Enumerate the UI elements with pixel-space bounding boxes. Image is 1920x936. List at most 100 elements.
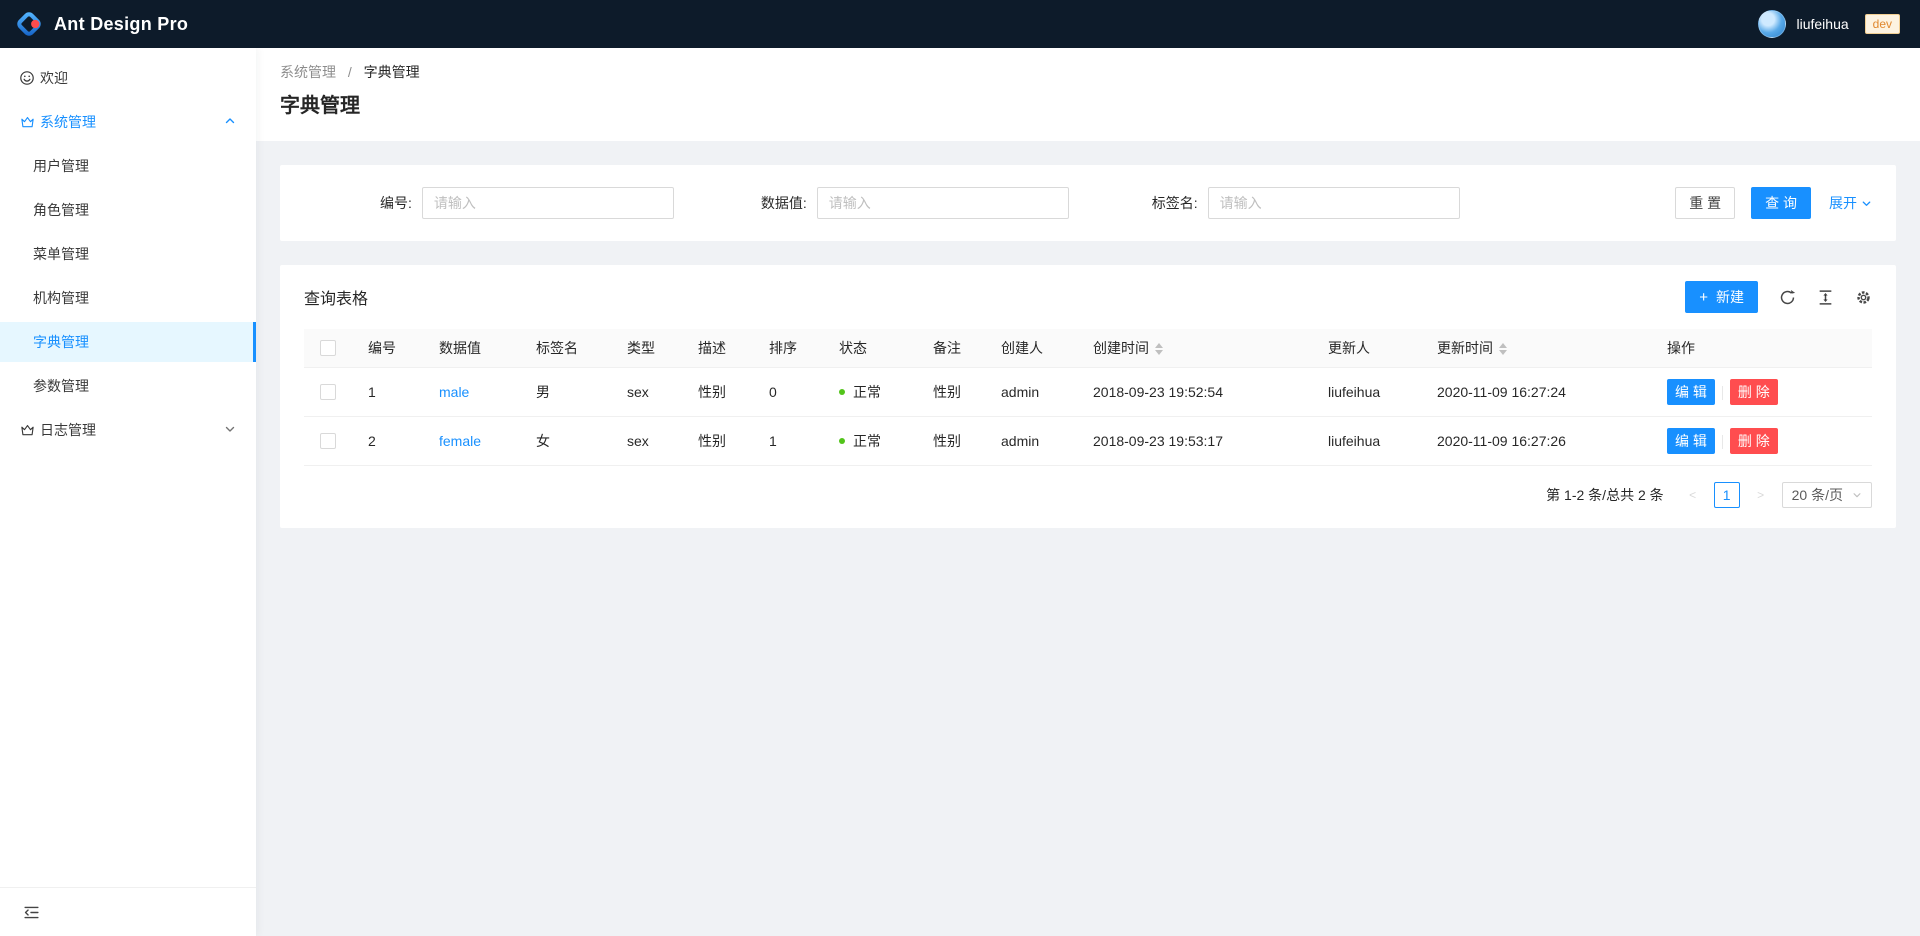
sidebar-item-label: 用户管理 — [33, 156, 89, 176]
chevron-down-icon — [224, 423, 236, 435]
app-logo[interactable]: Ant Design Pro — [14, 9, 188, 39]
search-field-id: 编号: — [380, 187, 674, 219]
query-button[interactable]: 查 询 — [1751, 187, 1811, 219]
cell-type: sex — [611, 416, 682, 465]
search-field-value: 数据值: — [761, 187, 1069, 219]
cell-tag: 女 — [520, 416, 611, 465]
sidebar-item-menu-mgmt[interactable]: 菜单管理 — [0, 234, 256, 274]
cell-remark: 性别 — [917, 416, 985, 465]
cell-sort: 1 — [753, 416, 823, 465]
create-button-label: 新建 — [1716, 287, 1744, 307]
column-header-actions: 操作 — [1651, 329, 1872, 367]
value-input[interactable] — [817, 187, 1069, 219]
prev-page-button[interactable]: < — [1680, 482, 1706, 508]
smile-icon — [19, 70, 35, 86]
plus-icon: + — [1699, 289, 1708, 306]
column-header-updated[interactable]: 更新时间 — [1421, 329, 1651, 367]
expand-toggle[interactable]: 展开 — [1829, 193, 1872, 213]
create-button[interactable]: + 新建 — [1685, 281, 1758, 313]
cell-sort: 0 — [753, 367, 823, 416]
table-title: 查询表格 — [304, 285, 368, 309]
sidebar-item-role-mgmt[interactable]: 角色管理 — [0, 190, 256, 230]
page-1-button[interactable]: 1 — [1714, 482, 1740, 508]
column-header-creator: 创建人 — [985, 329, 1077, 367]
action-divider — [1722, 386, 1723, 400]
cell-desc: 性别 — [682, 367, 753, 416]
username[interactable]: liufeihua — [1796, 16, 1848, 32]
value-link[interactable]: female — [439, 433, 481, 449]
sidebar-item-log-mgmt[interactable]: 日志管理 — [0, 410, 256, 450]
tag-field-label: 标签名: — [1152, 193, 1208, 213]
reset-button[interactable]: 重 置 — [1675, 187, 1735, 219]
status-dot-icon — [839, 438, 845, 444]
column-header-status: 状态 — [823, 329, 917, 367]
content-area: 编号: 数据值: 标签名: 重 置 查 询 展开 — [256, 141, 1920, 936]
sidebar-item-label: 角色管理 — [33, 200, 89, 220]
delete-button[interactable]: 删 除 — [1730, 379, 1778, 405]
cell-type: sex — [611, 367, 682, 416]
sidebar-item-param-mgmt[interactable]: 参数管理 — [0, 366, 256, 406]
cell-creator: admin — [985, 416, 1077, 465]
column-header-updater: 更新人 — [1312, 329, 1421, 367]
table-header-row: 编号 数据值 标签名 类型 描述 排序 状态 备注 创建人 创建时间 — [304, 329, 1872, 367]
cell-created: 2018-09-23 19:53:17 — [1077, 416, 1312, 465]
column-header-created[interactable]: 创建时间 — [1077, 329, 1312, 367]
settings-gear-icon[interactable] — [1855, 289, 1872, 306]
value-link[interactable]: male — [439, 384, 469, 400]
edit-button[interactable]: 编 辑 — [1667, 428, 1715, 454]
column-header-value: 数据值 — [423, 329, 520, 367]
sidebar-item-dict-mgmt[interactable]: 字典管理 — [0, 322, 256, 362]
next-page-button[interactable]: > — [1748, 482, 1774, 508]
row-checkbox[interactable] — [320, 433, 336, 449]
value-field-label: 数据值: — [761, 193, 817, 213]
id-input[interactable] — [422, 187, 674, 219]
cell-created: 2018-09-23 19:52:54 — [1077, 367, 1312, 416]
edit-button[interactable]: 编 辑 — [1667, 379, 1715, 405]
sidebar-item-label: 系统管理 — [40, 112, 96, 132]
cell-remark: 性别 — [917, 367, 985, 416]
column-height-icon[interactable] — [1817, 289, 1834, 306]
sidebar-footer — [0, 887, 256, 936]
expand-label: 展开 — [1829, 193, 1857, 213]
page-size-select[interactable]: 20 条/页 — [1782, 482, 1872, 508]
pagination: 第 1-2 条/总共 2 条 < 1 > 20 条/页 — [304, 482, 1872, 508]
chevron-down-icon — [1852, 490, 1862, 500]
tag-input[interactable] — [1208, 187, 1460, 219]
user-avatar[interactable] — [1758, 10, 1786, 38]
cell-updated: 2020-11-09 16:27:24 — [1421, 367, 1651, 416]
search-field-tag: 标签名: — [1152, 187, 1460, 219]
table-row: 1 male 男 sex 性别 0 正常 性别 admin 2018-09-23… — [304, 367, 1872, 416]
sidebar-item-system[interactable]: 系统管理 — [0, 102, 256, 142]
chevron-up-icon — [224, 115, 236, 127]
sort-icon[interactable] — [1155, 343, 1163, 355]
sidebar-item-welcome[interactable]: 欢迎 — [0, 58, 256, 98]
row-checkbox[interactable] — [320, 384, 336, 400]
status-badge: 正常 — [839, 431, 881, 451]
delete-button[interactable]: 删 除 — [1730, 428, 1778, 454]
env-tag: dev — [1865, 14, 1900, 34]
column-header-id: 编号 — [352, 329, 423, 367]
reload-icon[interactable] — [1779, 289, 1796, 306]
sidebar-item-label: 机构管理 — [33, 288, 89, 308]
column-header-tag: 标签名 — [520, 329, 611, 367]
sort-icon[interactable] — [1499, 343, 1507, 355]
cell-desc: 性别 — [682, 416, 753, 465]
action-divider — [1722, 435, 1723, 449]
sidebar-item-label: 日志管理 — [40, 420, 96, 440]
column-header-type: 类型 — [611, 329, 682, 367]
app-title: Ant Design Pro — [54, 14, 188, 35]
status-badge: 正常 — [839, 382, 881, 402]
crown-icon — [19, 114, 35, 130]
select-all-checkbox[interactable] — [320, 340, 336, 356]
data-table: 编号 数据值 标签名 类型 描述 排序 状态 备注 创建人 创建时间 — [304, 329, 1872, 466]
ant-design-logo-icon — [14, 9, 44, 39]
sidebar-item-user-mgmt[interactable]: 用户管理 — [0, 146, 256, 186]
cell-id: 2 — [352, 416, 423, 465]
crown-icon — [19, 422, 35, 438]
page-size-value: 20 条/页 — [1792, 485, 1843, 505]
menu-fold-icon[interactable] — [23, 904, 40, 921]
sidebar-item-org-mgmt[interactable]: 机构管理 — [0, 278, 256, 318]
breadcrumb: 系统管理 / 字典管理 — [280, 62, 1896, 82]
page-title: 字典管理 — [280, 92, 1896, 120]
breadcrumb-parent[interactable]: 系统管理 — [280, 64, 336, 80]
